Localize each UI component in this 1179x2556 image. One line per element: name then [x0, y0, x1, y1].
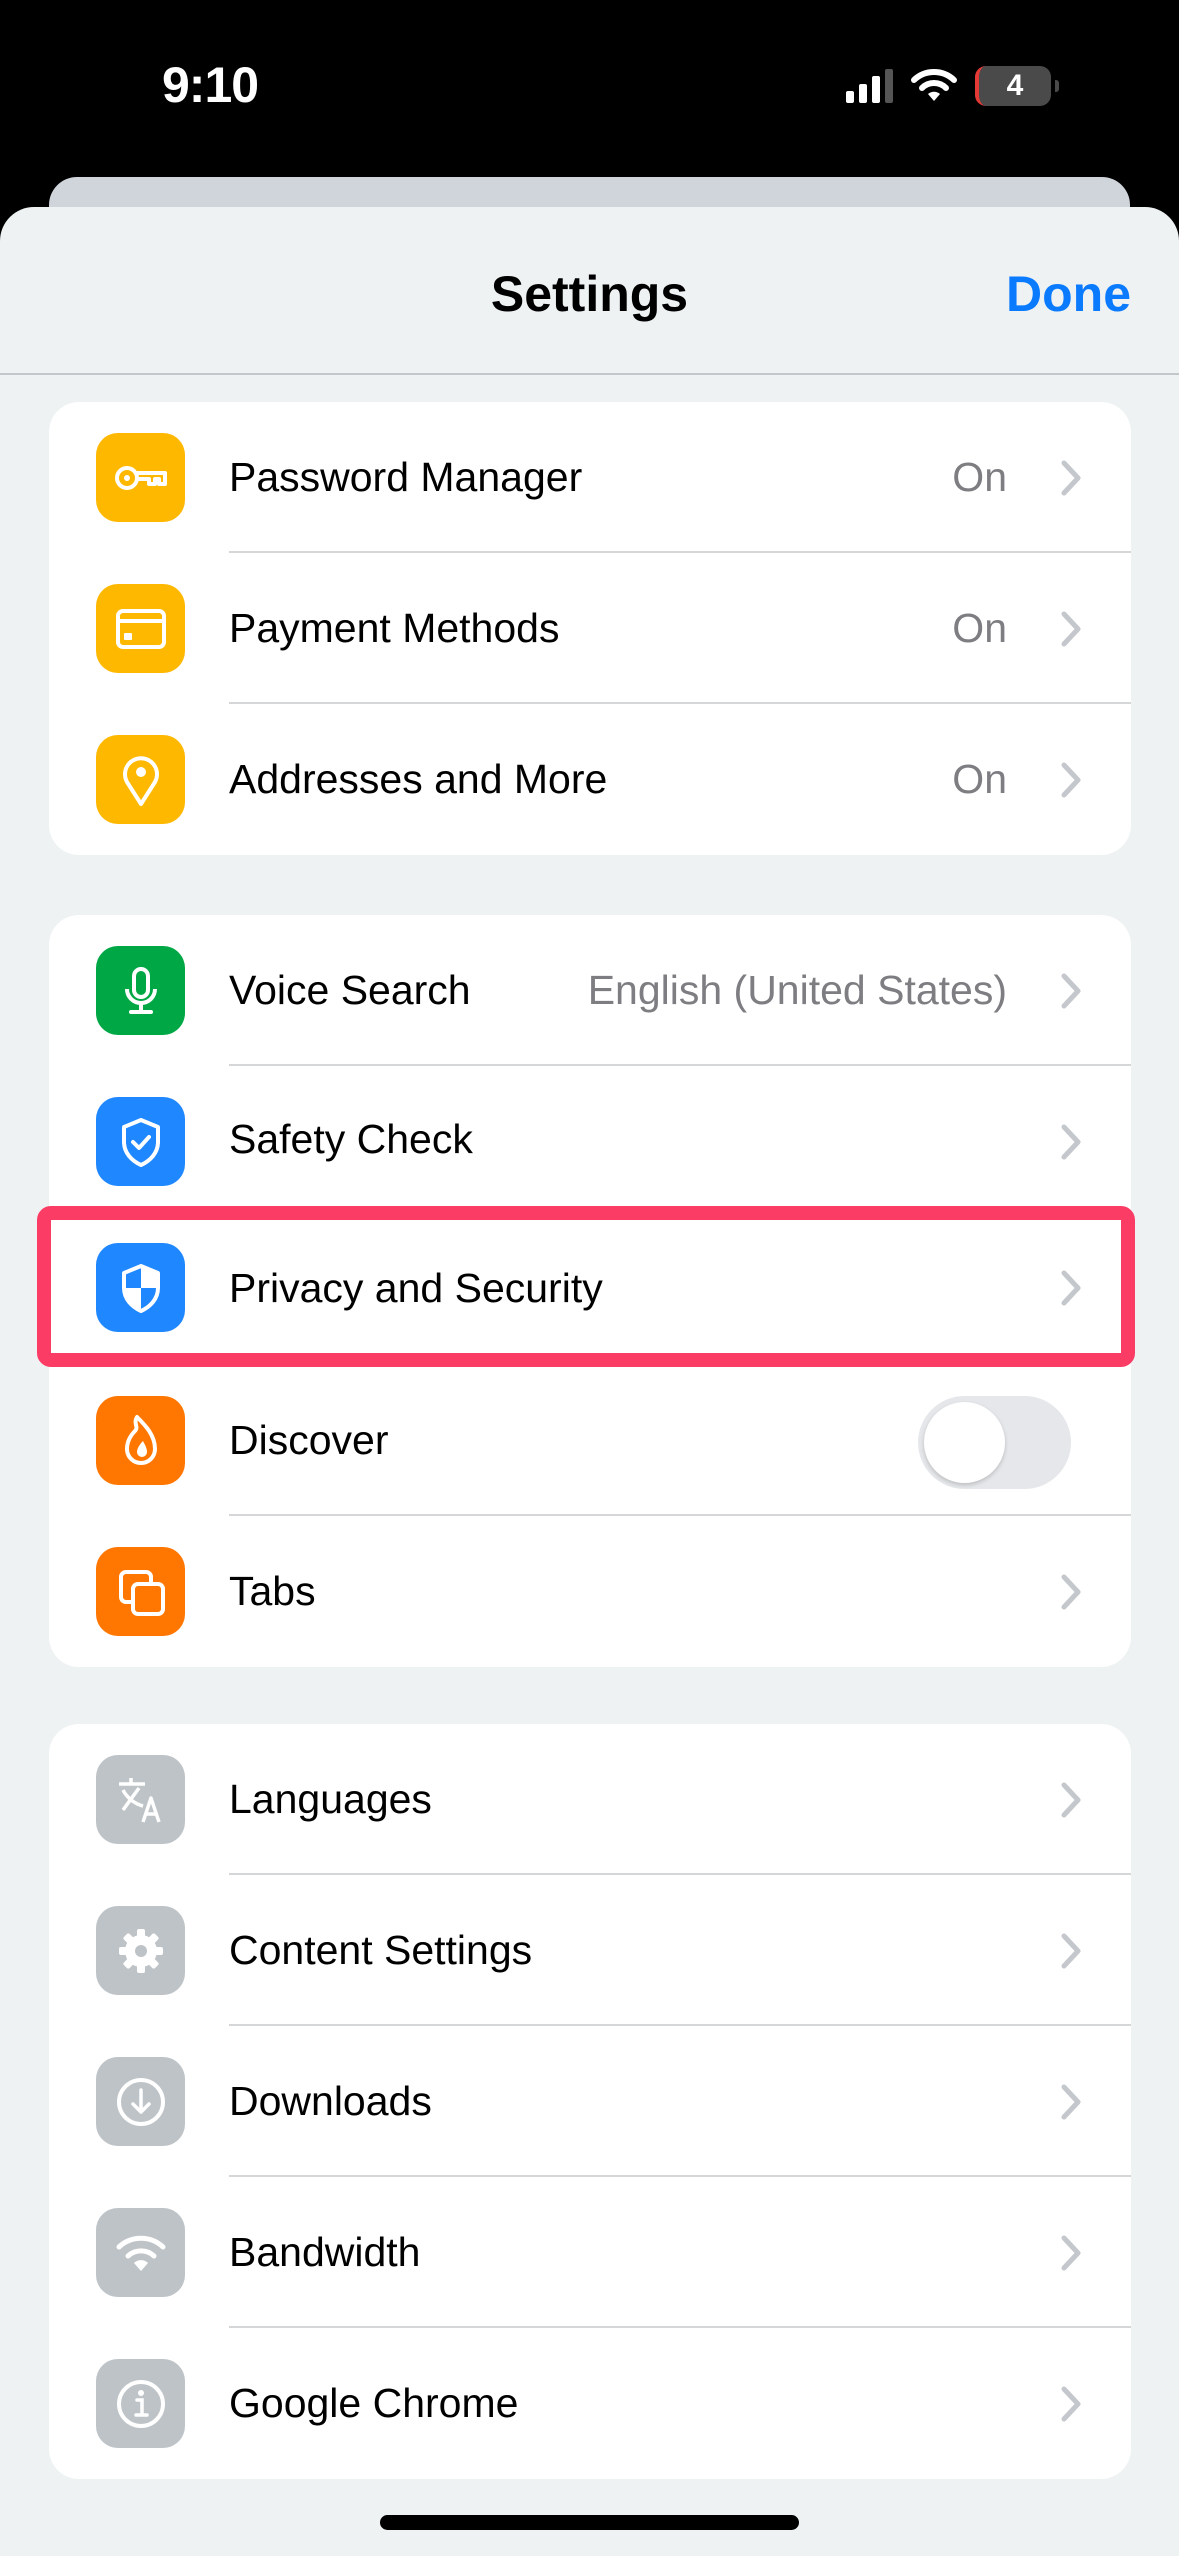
status-time: 9:10 [162, 57, 259, 113]
page-title: Settings [490, 266, 689, 322]
chevron-right-icon [1061, 2084, 1081, 2120]
section-advanced: Languages Content Settings Downloads Ban… [49, 1724, 1131, 2479]
toggle-knob [924, 1402, 1005, 1483]
row-label: Downloads [229, 2078, 432, 2124]
row-label: Voice Search [229, 967, 471, 1013]
row-value: On [952, 756, 1007, 802]
row-value: English (United States) [587, 967, 1007, 1013]
row-label: Addresses and More [229, 756, 608, 802]
row-discover: Discover [49, 1365, 1131, 1516]
wifi-icon [911, 69, 957, 103]
row-google-chrome[interactable]: Google Chrome [49, 2328, 1131, 2479]
row-value: On [952, 454, 1007, 500]
nav-bar: Settings Done [0, 207, 1179, 375]
row-label: Discover [229, 1417, 389, 1463]
location-pin-icon [96, 735, 185, 824]
row-label: Tabs [229, 1568, 316, 1614]
chevron-right-icon [1061, 1933, 1081, 1969]
wifi-icon [96, 2208, 185, 2297]
row-value: On [952, 605, 1007, 651]
shield-check-icon [96, 1097, 185, 1186]
settings-sheet: Settings Done Password Manager On Paymen… [0, 207, 1179, 2556]
chevron-right-icon [1061, 2386, 1081, 2422]
row-voice-search[interactable]: Voice Search English (United States) [49, 915, 1131, 1066]
screen: 9:10 4 Settings Done Password Manager On… [0, 0, 1179, 2556]
row-label: Bandwidth [229, 2229, 421, 2275]
microphone-icon [96, 946, 185, 1035]
flame-icon [96, 1396, 185, 1485]
row-safety-check[interactable]: Safety Check [49, 1066, 1131, 1212]
info-icon [96, 2359, 185, 2448]
battery-icon: 4 [975, 66, 1059, 106]
section-browser: Voice Search English (United States) Saf… [49, 915, 1131, 1667]
row-content-settings[interactable]: Content Settings [49, 1875, 1131, 2026]
row-languages[interactable]: Languages [49, 1724, 1131, 1875]
row-tabs[interactable]: Tabs [49, 1516, 1131, 1667]
status-icons: 4 [846, 66, 1059, 106]
section-autofill: Password Manager On Payment Methods On A… [49, 402, 1131, 855]
row-label: Safety Check [229, 1115, 473, 1162]
discover-toggle[interactable] [918, 1396, 1071, 1489]
row-label: Password Manager [229, 454, 583, 500]
shield-icon [96, 1243, 185, 1332]
row-label: Content Settings [229, 1927, 533, 1973]
row-payment-methods[interactable]: Payment Methods On [49, 553, 1131, 704]
chevron-right-icon [1061, 1270, 1081, 1306]
chevron-right-icon [1061, 973, 1081, 1009]
row-label: Languages [229, 1776, 432, 1822]
row-password-manager[interactable]: Password Manager On [49, 402, 1131, 553]
row-downloads[interactable]: Downloads [49, 2026, 1131, 2177]
chevron-right-icon [1061, 762, 1081, 798]
home-indicator[interactable] [380, 2515, 799, 2530]
signal-icon [846, 69, 893, 103]
download-icon [96, 2057, 185, 2146]
key-icon [96, 433, 185, 522]
row-bandwidth[interactable]: Bandwidth [49, 2177, 1131, 2328]
tabs-icon [96, 1547, 185, 1636]
credit-card-icon [96, 584, 185, 673]
chevron-right-icon [1061, 2235, 1081, 2271]
chevron-right-icon [1061, 611, 1081, 647]
chevron-right-icon [1061, 1124, 1081, 1160]
translate-icon [96, 1755, 185, 1844]
chevron-right-icon [1061, 1574, 1081, 1610]
gear-icon [96, 1906, 185, 1995]
chevron-right-icon [1061, 460, 1081, 496]
row-addresses[interactable]: Addresses and More On [49, 704, 1131, 855]
chevron-right-icon [1061, 1782, 1081, 1818]
row-label: Privacy and Security [229, 1265, 603, 1311]
row-privacy-security[interactable]: Privacy and Security [49, 1212, 1131, 1365]
row-label: Google Chrome [229, 2380, 519, 2426]
row-label: Payment Methods [229, 605, 560, 651]
done-button[interactable]: Done [1006, 265, 1131, 323]
